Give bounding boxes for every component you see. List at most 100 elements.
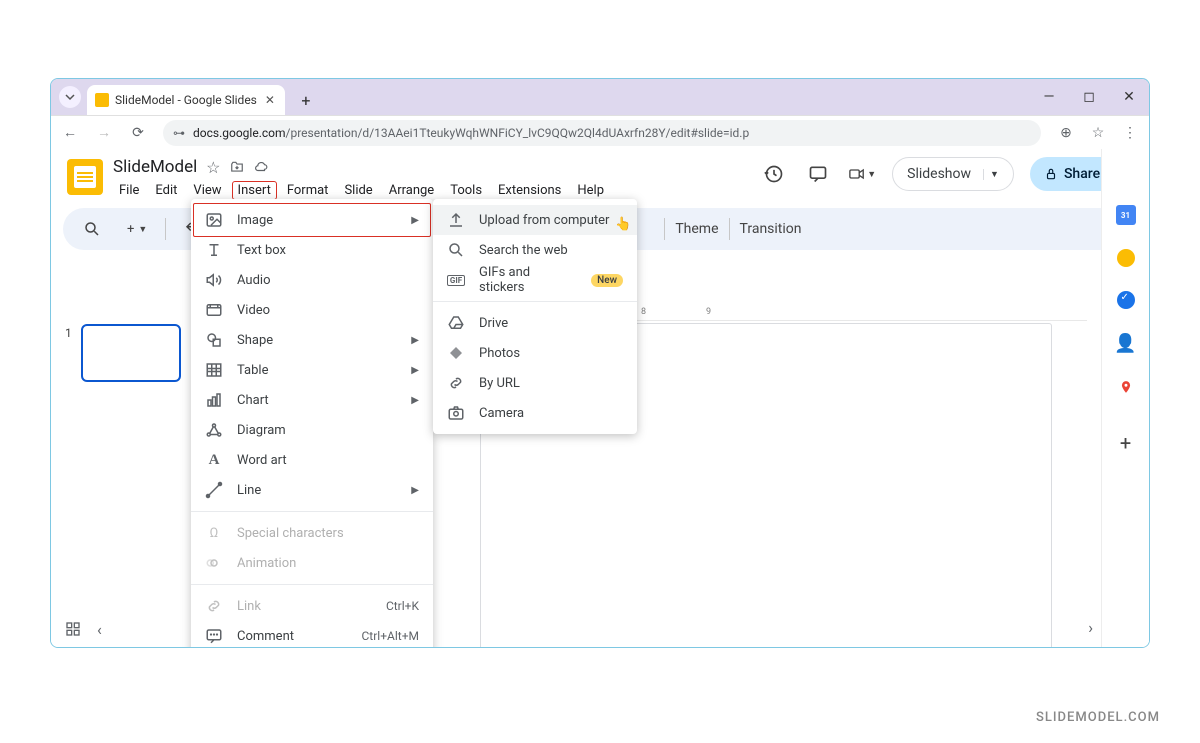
menu-tools[interactable]: Tools (444, 181, 488, 200)
transition-button[interactable]: Transition (740, 221, 802, 237)
link-icon (205, 597, 223, 615)
maximize-button[interactable]: ◻ (1069, 79, 1109, 115)
insert-table-item[interactable]: Table ▶ (191, 355, 433, 385)
get-addons-button[interactable]: + (1120, 431, 1131, 455)
slide-thumbnail[interactable] (81, 324, 181, 382)
comments-icon[interactable] (804, 160, 832, 188)
menu-arrange[interactable]: Arrange (383, 181, 440, 200)
grid-view-button[interactable] (65, 621, 81, 637)
watermark: SLIDEMODEL.COM (1036, 710, 1160, 725)
menu-slide[interactable]: Slide (338, 181, 378, 200)
keep-icon[interactable] (1117, 249, 1135, 267)
slideshow-dropdown[interactable]: ▼ (983, 169, 999, 180)
cloud-status-icon[interactable] (253, 159, 269, 175)
site-info-icon[interactable]: ⊶ (173, 126, 185, 140)
search-menus-button[interactable] (75, 216, 109, 242)
url-input[interactable]: ⊶ docs.google.com/presentation/d/13AAei1… (163, 120, 1041, 146)
wordart-icon: A (205, 451, 223, 469)
history-icon[interactable] (760, 160, 788, 188)
insert-animation-item: Animation (191, 548, 433, 578)
insert-audio-item[interactable]: Audio (191, 265, 433, 295)
slide-number: 1 (65, 326, 72, 340)
camera-item[interactable]: Camera (433, 398, 637, 428)
theme-button[interactable]: Theme (675, 221, 718, 237)
menu-edit[interactable]: Edit (149, 181, 183, 200)
shape-icon (205, 331, 223, 349)
photos-icon (447, 344, 465, 362)
slide-panel: 1 (65, 324, 181, 382)
chart-icon (205, 391, 223, 409)
menu-view[interactable]: View (187, 181, 227, 200)
insert-line-item[interactable]: Line ▶ (191, 475, 433, 505)
slideshow-button[interactable]: Slideshow ▼ (892, 157, 1014, 191)
forward-button[interactable]: → (95, 124, 113, 142)
photos-item[interactable]: Photos (433, 338, 637, 368)
diagram-icon (205, 421, 223, 439)
search-icon (447, 241, 465, 259)
image-icon (205, 211, 223, 229)
textbox-icon (205, 241, 223, 259)
meet-icon[interactable]: ▼ (848, 160, 876, 188)
omega-icon: Ω (205, 524, 223, 542)
insert-menu-dropdown: Image ▶ Text box Audio Video Shape ▶ Tab… (191, 199, 433, 648)
slides-logo-icon[interactable] (67, 159, 103, 195)
maps-icon[interactable] (1116, 377, 1136, 397)
tasks-icon[interactable] (1117, 291, 1135, 309)
chrome-menu-icon[interactable]: ⋮ (1121, 124, 1139, 142)
upload-from-computer-item[interactable]: Upload from computer (433, 205, 637, 235)
show-side-panel-button[interactable]: › (1088, 618, 1093, 637)
insert-image-item[interactable]: Image ▶ (191, 205, 433, 235)
lock-icon (1044, 167, 1058, 181)
new-badge: New (591, 274, 623, 287)
star-icon[interactable]: ☆ (205, 159, 221, 175)
url-icon (447, 374, 465, 392)
menu-extensions[interactable]: Extensions (492, 181, 567, 200)
drive-icon (447, 314, 465, 332)
camera-icon (447, 404, 465, 422)
submenu-arrow-icon: ▶ (411, 215, 419, 226)
menu-format[interactable]: Format (281, 181, 335, 200)
contacts-icon[interactable]: 👤 (1116, 333, 1136, 353)
calendar-icon[interactable]: 31 (1116, 205, 1136, 225)
gifs-stickers-item[interactable]: GIF GIFs and stickers New (433, 265, 637, 295)
back-button[interactable]: ← (61, 124, 79, 142)
insert-chart-item[interactable]: Chart ▶ (191, 385, 433, 415)
new-tab-button[interactable]: + (294, 88, 318, 112)
line-icon (205, 481, 223, 499)
minimize-button[interactable]: — (1029, 79, 1069, 115)
submenu-arrow-icon: ▶ (411, 395, 419, 406)
new-slide-button[interactable]: + ▼ (119, 218, 155, 241)
insert-textbox-item[interactable]: Text box (191, 235, 433, 265)
table-icon (205, 361, 223, 379)
by-url-item[interactable]: By URL (433, 368, 637, 398)
reload-button[interactable]: ⟳ (129, 124, 147, 142)
cursor-icon: 👆 (615, 217, 631, 232)
insert-shape-item[interactable]: Shape ▶ (191, 325, 433, 355)
prev-slide-button[interactable]: ‹ (97, 620, 102, 639)
menu-file[interactable]: File (113, 181, 145, 200)
address-bar: ← → ⟳ ⊶ docs.google.com/presentation/d/1… (51, 115, 1149, 149)
side-panel: 31 👤 + (1101, 149, 1149, 647)
insert-diagram-item[interactable]: Diagram (191, 415, 433, 445)
browser-tab-strip: SlideModel - Google Slides ✕ + — ◻ ✕ (51, 79, 1149, 115)
zoom-icon[interactable]: ⊕ (1057, 124, 1075, 142)
image-submenu: Upload from computer Search the web GIF … (433, 199, 637, 434)
submenu-arrow-icon: ▶ (411, 485, 419, 496)
insert-video-item[interactable]: Video (191, 295, 433, 325)
close-window-button[interactable]: ✕ (1109, 79, 1149, 115)
browser-tab[interactable]: SlideModel - Google Slides ✕ (87, 85, 285, 115)
slides-favicon-icon (95, 93, 109, 107)
menu-help[interactable]: Help (571, 181, 610, 200)
close-tab-button[interactable]: ✕ (263, 93, 277, 107)
insert-comment-item[interactable]: Comment Ctrl+Alt+M (191, 621, 433, 648)
move-icon[interactable] (229, 159, 245, 175)
submenu-arrow-icon: ▶ (411, 335, 419, 346)
menu-insert[interactable]: Insert (232, 181, 277, 200)
insert-wordart-item[interactable]: A Word art (191, 445, 433, 475)
drive-item[interactable]: Drive (433, 308, 637, 338)
bookmark-icon[interactable]: ☆ (1089, 124, 1107, 142)
search-web-item[interactable]: Search the web (433, 235, 637, 265)
document-title[interactable]: SlideModel (113, 157, 197, 177)
tab-search-dropdown[interactable] (59, 86, 81, 108)
insert-special-chars-item: Ω Special characters (191, 518, 433, 548)
